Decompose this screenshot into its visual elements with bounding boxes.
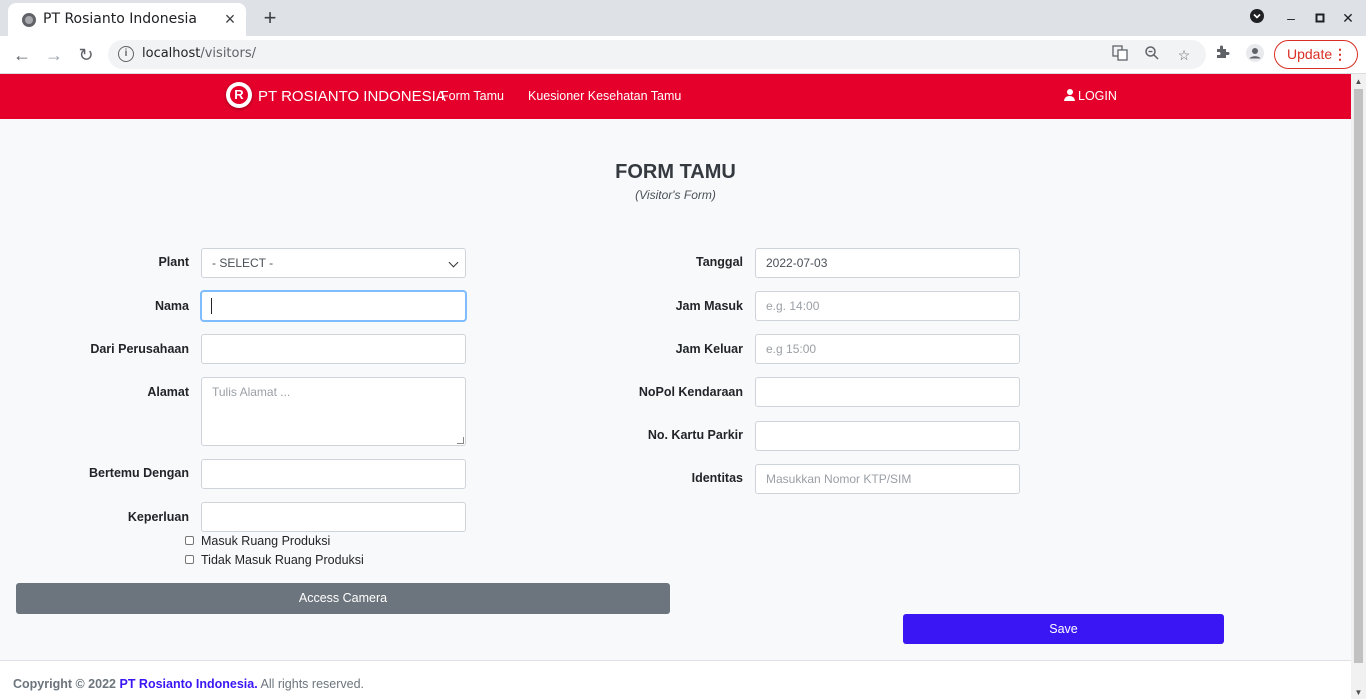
profile-icon[interactable] bbox=[1244, 44, 1266, 66]
tanggal-input[interactable]: 2022-07-03 bbox=[755, 248, 1020, 278]
nama-input[interactable] bbox=[201, 291, 466, 321]
kartu-parkir-label: No. Kartu Parkir bbox=[647, 428, 743, 442]
nav-link-form-tamu[interactable]: Form Tamu bbox=[441, 89, 504, 103]
browser-tabbar: PT Rosianto Indonesia × + – ✕ bbox=[0, 0, 1366, 36]
jam-keluar-label: Jam Keluar bbox=[675, 342, 743, 356]
site-navbar: R PT ROSIANTO INDONESIA Form Tamu Kuesio… bbox=[0, 74, 1351, 119]
identitas-label: Identitas bbox=[691, 471, 743, 485]
footer: Copyright © 2022 PT Rosianto Indonesia. … bbox=[0, 660, 1351, 699]
tidak-masuk-produksi-label: Tidak Masuk Ruang Produksi bbox=[201, 553, 364, 567]
browser-toolbar: ← → ↻ i localhost/visitors/ ☆ Update ⋮ bbox=[0, 36, 1366, 74]
bertemu-label: Bertemu Dengan bbox=[88, 466, 189, 480]
tab-search-icon[interactable] bbox=[1247, 8, 1267, 28]
bertemu-input[interactable] bbox=[201, 459, 466, 489]
nav-link-kuesioner[interactable]: Kuesioner Kesehatan Tamu bbox=[528, 89, 681, 103]
masuk-produksi-checkbox[interactable] bbox=[185, 536, 194, 545]
alamat-textarea[interactable]: Tulis Alamat ... bbox=[201, 377, 466, 446]
menu-dots-icon[interactable]: ⋮ bbox=[1333, 41, 1347, 68]
site-info-icon[interactable]: i bbox=[118, 46, 134, 62]
kartu-parkir-input[interactable] bbox=[755, 421, 1020, 451]
back-icon[interactable]: ← bbox=[10, 43, 34, 67]
url-text[interactable]: localhost/visitors/ bbox=[142, 46, 256, 61]
identitas-input[interactable]: Masukkan Nomor KTP/SIM bbox=[755, 464, 1020, 494]
save-button[interactable]: Save bbox=[903, 614, 1224, 644]
translate-icon[interactable] bbox=[1110, 45, 1130, 65]
jam-masuk-input[interactable]: e.g. 14:00 bbox=[755, 291, 1020, 321]
nama-label: Nama bbox=[154, 299, 189, 313]
zoom-icon[interactable] bbox=[1142, 45, 1162, 65]
login-link[interactable]: LOGIN bbox=[1064, 89, 1117, 103]
brand-name[interactable]: PT ROSIANTO INDONESIA bbox=[258, 88, 446, 105]
vertical-scrollbar[interactable]: ▲ ▼ bbox=[1351, 74, 1366, 699]
plant-label: Plant bbox=[158, 255, 189, 269]
jam-keluar-input[interactable]: e.g 15:00 bbox=[755, 334, 1020, 364]
perusahaan-label: Dari Perusahaan bbox=[90, 342, 189, 356]
minimize-icon[interactable]: – bbox=[1281, 8, 1301, 28]
new-tab-icon[interactable]: + bbox=[258, 6, 282, 30]
tidak-masuk-produksi-checkbox[interactable] bbox=[185, 555, 194, 564]
extensions-icon[interactable] bbox=[1212, 44, 1234, 66]
browser-tab[interactable]: PT Rosianto Indonesia × bbox=[8, 3, 246, 36]
keperluan-label: Keperluan bbox=[127, 510, 189, 524]
plant-select[interactable]: - SELECT - bbox=[201, 248, 466, 278]
close-window-icon[interactable]: ✕ bbox=[1338, 8, 1358, 28]
company-logo-icon[interactable]: R bbox=[226, 82, 252, 108]
globe-icon bbox=[22, 13, 36, 27]
reload-icon[interactable]: ↻ bbox=[74, 43, 98, 67]
resize-handle[interactable] bbox=[457, 437, 464, 444]
maximize-icon[interactable] bbox=[1310, 8, 1330, 28]
address-bar[interactable]: i localhost/visitors/ ☆ bbox=[108, 40, 1206, 69]
alamat-label: Alamat bbox=[147, 385, 189, 399]
update-button[interactable]: Update ⋮ bbox=[1274, 40, 1358, 69]
scroll-up-icon[interactable]: ▲ bbox=[1354, 77, 1363, 86]
forward-icon[interactable]: → bbox=[42, 43, 66, 67]
user-icon bbox=[1064, 89, 1075, 101]
masuk-produksi-label: Masuk Ruang Produksi bbox=[201, 534, 331, 548]
footer-company-link[interactable]: PT Rosianto Indonesia. bbox=[119, 677, 257, 691]
keperluan-input[interactable] bbox=[201, 502, 466, 532]
perusahaan-input[interactable] bbox=[201, 334, 466, 364]
page-subtitle: (Visitor's Form) bbox=[635, 188, 716, 202]
footer-text: Copyright © 2022 PT Rosianto Indonesia. … bbox=[13, 677, 365, 691]
close-tab-icon[interactable]: × bbox=[220, 9, 240, 29]
nopol-label: NoPol Kendaraan bbox=[638, 385, 743, 399]
tab-title: PT Rosianto Indonesia bbox=[43, 11, 197, 27]
access-camera-button[interactable]: Access Camera bbox=[16, 583, 670, 614]
page-title: FORM TAMU bbox=[615, 161, 736, 183]
page-content: R PT ROSIANTO INDONESIA Form Tamu Kuesio… bbox=[0, 74, 1351, 699]
nopol-input[interactable] bbox=[755, 377, 1020, 407]
jam-masuk-label: Jam Masuk bbox=[675, 299, 743, 313]
tanggal-label: Tanggal bbox=[696, 255, 743, 269]
scrollbar-thumb[interactable] bbox=[1354, 89, 1363, 663]
bookmark-star-icon[interactable]: ☆ bbox=[1174, 45, 1194, 65]
scroll-down-icon[interactable]: ▼ bbox=[1354, 688, 1363, 697]
